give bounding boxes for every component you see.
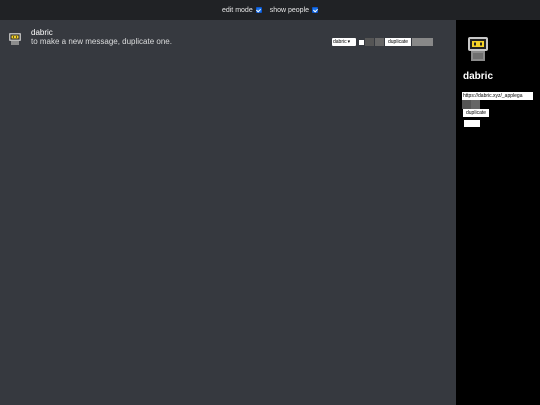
people-sidebar: dabric https://dabric.xyz/_applega dupli…: [456, 20, 540, 405]
author-select-value: dabric: [333, 39, 347, 45]
chevron-down-icon: ▾: [347, 39, 351, 45]
delete-button[interactable]: [412, 38, 434, 46]
message-item: dabric to make a new message, duplicate …: [8, 28, 172, 47]
sidebar-duplicate-button[interactable]: duplicate: [463, 109, 490, 117]
show-people-checkbox[interactable]: [312, 7, 319, 13]
edit-mode-label: edit mode: [221, 6, 253, 14]
sidebar-control-button-1[interactable]: [462, 100, 471, 109]
control-button-1[interactable]: [365, 38, 374, 46]
robot-avatar-icon[interactable]: [467, 36, 489, 62]
show-people-toggle[interactable]: show people: [269, 6, 319, 14]
robot-avatar-icon[interactable]: [8, 32, 22, 46]
show-people-label: show people: [269, 6, 310, 14]
edit-mode-checkbox[interactable]: [255, 7, 262, 13]
control-button-2[interactable]: [375, 38, 384, 46]
edit-mode-toggle[interactable]: edit mode: [222, 7, 262, 14]
sidebar-control-button-2[interactable]: [471, 100, 480, 109]
chat-area: dabric to make a new message, duplicate …: [0, 20, 456, 405]
message-body: dabric to make a new message, duplicate …: [31, 28, 172, 47]
message-checkbox[interactable]: [359, 39, 364, 45]
author-select[interactable]: dabric ▾: [332, 38, 356, 46]
message-author: dabric: [31, 28, 53, 37]
person-name: dabric: [463, 71, 494, 82]
duplicate-button[interactable]: duplicate: [385, 38, 412, 46]
message-controls: dabric ▾ duplicate: [332, 38, 434, 46]
message-content[interactable]: to make a new message, duplicate one.: [31, 37, 172, 47]
avatar-url-field[interactable]: https://dabric.xyz/_applega: [462, 92, 533, 100]
sidebar-blank-button[interactable]: [464, 120, 480, 127]
top-bar: edit mode show people: [0, 0, 540, 20]
